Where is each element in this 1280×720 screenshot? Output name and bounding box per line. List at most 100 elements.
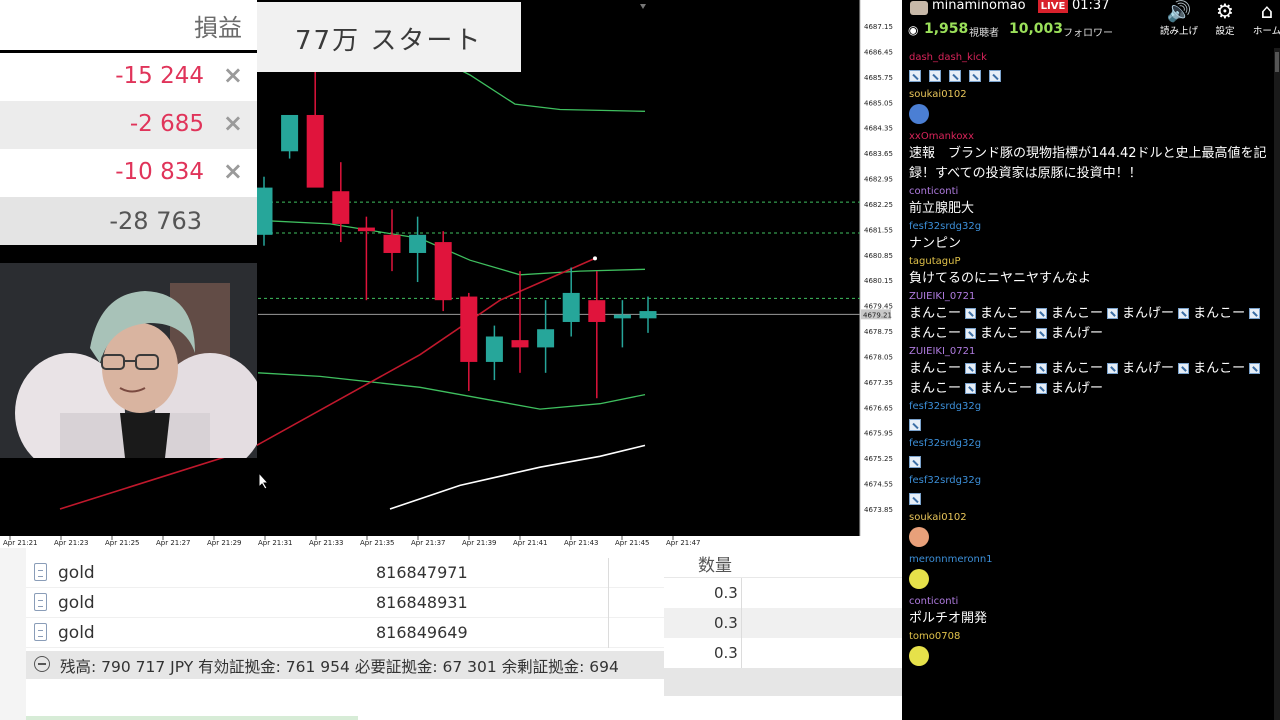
x-tick-label: Apr 21:23 — [54, 539, 89, 547]
y-tick-label: 4683.65 — [864, 150, 893, 158]
speaker-icon: 🔊 — [1166, 0, 1192, 23]
chat-emote-row — [909, 414, 1272, 436]
pnl-value: -15 244 — [115, 63, 204, 89]
emote-icon — [1107, 363, 1119, 374]
home-button[interactable]: ⌂ ホーム — [1244, 0, 1280, 38]
chat-username[interactable]: soukai0102 — [909, 87, 1272, 102]
account-balance-text: 残高: 790 717 JPY 有効証拠金: 761 954 必要証拠金: 67… — [60, 658, 619, 676]
y-tick-label: 4680.85 — [864, 252, 893, 260]
y-tick-label: 4673.85 — [864, 506, 893, 514]
chat-text-part: まんこー — [1051, 361, 1104, 376]
chat-username[interactable]: meronnmeronn1 — [909, 552, 1272, 567]
chat-text-part: まんこー — [1193, 361, 1246, 376]
trend-line-handle[interactable] — [593, 256, 597, 261]
order-symbol: gold — [58, 563, 95, 583]
table-row[interactable]: gold 816848931 — [26, 588, 664, 618]
table-row[interactable]: gold 816847971 — [26, 558, 664, 588]
quantity-cell: 0.3 — [664, 638, 902, 668]
chat-text-part: まんこー — [980, 361, 1033, 376]
live-badge: LIVE — [1038, 0, 1068, 13]
emote-icon — [949, 70, 961, 82]
chat-text: まんこー まんこー まんこー まんげー まんこーまんこー まんこー まんげー — [909, 359, 1272, 399]
chat-username[interactable]: conticonti — [909, 184, 1272, 199]
pnl-row: -15 244 × — [0, 53, 257, 101]
chat-text: まんこー まんこー まんこー まんげー まんこーまんこー まんこー まんげー — [909, 304, 1272, 344]
viewer-count-label: 視聴者 — [969, 28, 999, 39]
chat-message: fesf32srdg32g ナンピン — [902, 219, 1272, 254]
emote-icon — [1249, 363, 1261, 374]
candle-body — [485, 336, 503, 362]
y-tick-label: 4681.55 — [864, 226, 893, 234]
quantity-header-label: 数量 — [698, 556, 732, 576]
chat-username[interactable]: xxOmankoxx — [909, 129, 1272, 144]
read-aloud-button[interactable]: 🔊 読み上げ — [1156, 0, 1202, 38]
chat-scrollbar[interactable] — [1274, 48, 1280, 720]
close-position-button[interactable]: × — [223, 109, 243, 137]
settings-button[interactable]: ⚙ 設定 — [1202, 0, 1248, 38]
stream-screen: 4687.15 4686.45 4685.75 4685.05 4684.35 4683.… — [0, 0, 1280, 720]
emote-icon — [909, 70, 921, 82]
profit-loss-header: 損益 — [0, 0, 257, 50]
close-position-button[interactable]: × — [223, 157, 243, 185]
chat-text-part: まんげー — [1122, 306, 1175, 321]
chat-message: fesf32srdg32g — [902, 436, 1272, 473]
y-tick-label: 4682.95 — [864, 176, 893, 184]
x-tick-label: Apr 21:27 — [156, 539, 191, 547]
emote-icon — [1107, 308, 1119, 319]
chat-username[interactable]: conticonti — [909, 594, 1272, 609]
document-icon — [34, 593, 47, 611]
chat-message: tomo0708 — [902, 629, 1272, 671]
chat-text-part: まんこー — [980, 326, 1033, 341]
chat-username[interactable]: fesf32srdg32g — [909, 399, 1272, 414]
stream-header: minaminomao LIVE 01:37 ◉ 1,958 視聴者 10,00… — [902, 0, 1280, 42]
x-tick-label: Apr 21:45 — [615, 539, 650, 547]
candle-body — [511, 340, 529, 348]
chat-username[interactable]: ZUIEIKI_0721 — [909, 289, 1272, 304]
order-ticket: 816848931 — [376, 593, 468, 612]
table-row[interactable]: gold 816849649 — [26, 618, 664, 648]
chat-username[interactable]: fesf32srdg32g — [909, 473, 1272, 488]
chat-username[interactable]: fesf32srdg32g — [909, 219, 1272, 234]
read-aloud-label: 読み上げ — [1159, 26, 1198, 37]
chat-username[interactable]: soukai0102 — [909, 510, 1272, 525]
current-price-label: 4679.21 — [863, 311, 892, 319]
x-tick-label: Apr 21:31 — [258, 539, 293, 547]
chat-message: fesf32srdg32g — [902, 473, 1272, 510]
quantity-cell: 0.3 — [664, 578, 902, 608]
close-position-button[interactable]: × — [223, 61, 243, 89]
chat-username[interactable]: fesf32srdg32g — [909, 436, 1272, 451]
candle-body — [306, 114, 324, 188]
avatar[interactable] — [910, 1, 928, 15]
order-ticket: 816847971 — [376, 563, 468, 582]
streamer-name[interactable]: minaminomao — [932, 0, 1026, 13]
x-tick-label: Apr 21:33 — [309, 539, 344, 547]
chat-message: ZUIEIKI_0721 まんこー まんこー まんこー まんげー まんこーまんこー まんこー… — [902, 289, 1272, 344]
chat-emote-row — [909, 451, 1272, 473]
quantity-value: 0.3 — [714, 584, 738, 602]
collapse-icon[interactable] — [34, 656, 50, 672]
sticker-icon — [909, 646, 929, 666]
chat-text-part: まんこー — [909, 306, 962, 321]
emote-icon — [969, 70, 981, 82]
streamer-video-image — [0, 263, 257, 458]
y-tick-label: 4680.15 — [864, 277, 893, 285]
y-tick-label: 4685.05 — [864, 99, 893, 107]
chat-username[interactable]: ZUIEIKI_0721 — [909, 344, 1272, 359]
account-balance-bar[interactable]: 残高: 790 717 JPY 有効証拠金: 761 954 必要証拠金: 67… — [26, 651, 664, 679]
settings-label: 設定 — [1215, 26, 1235, 37]
profit-loss-title: 損益 — [194, 14, 242, 42]
chat-text-part: まんこー — [980, 381, 1033, 396]
emote-icon — [1036, 383, 1048, 394]
emote-icon — [1249, 308, 1261, 319]
chat-log: dash_dash_kick soukai0102 xxOmankoxx 速報 ブラン… — [902, 50, 1272, 671]
quantity-column-header[interactable]: 数量 — [664, 548, 902, 578]
y-tick-label: 4675.25 — [864, 455, 893, 463]
y-tick-label: 4675.95 — [864, 430, 893, 438]
chat-username[interactable]: dash_dash_kick — [909, 50, 1272, 65]
chat-text-part: まんこー — [980, 306, 1033, 321]
order-symbol: gold — [58, 593, 95, 613]
candle-body — [613, 314, 631, 319]
home-icon: ⌂ — [1260, 0, 1274, 23]
chat-username[interactable]: tomo0708 — [909, 629, 1272, 644]
chat-username[interactable]: tagutaguP — [909, 254, 1272, 269]
